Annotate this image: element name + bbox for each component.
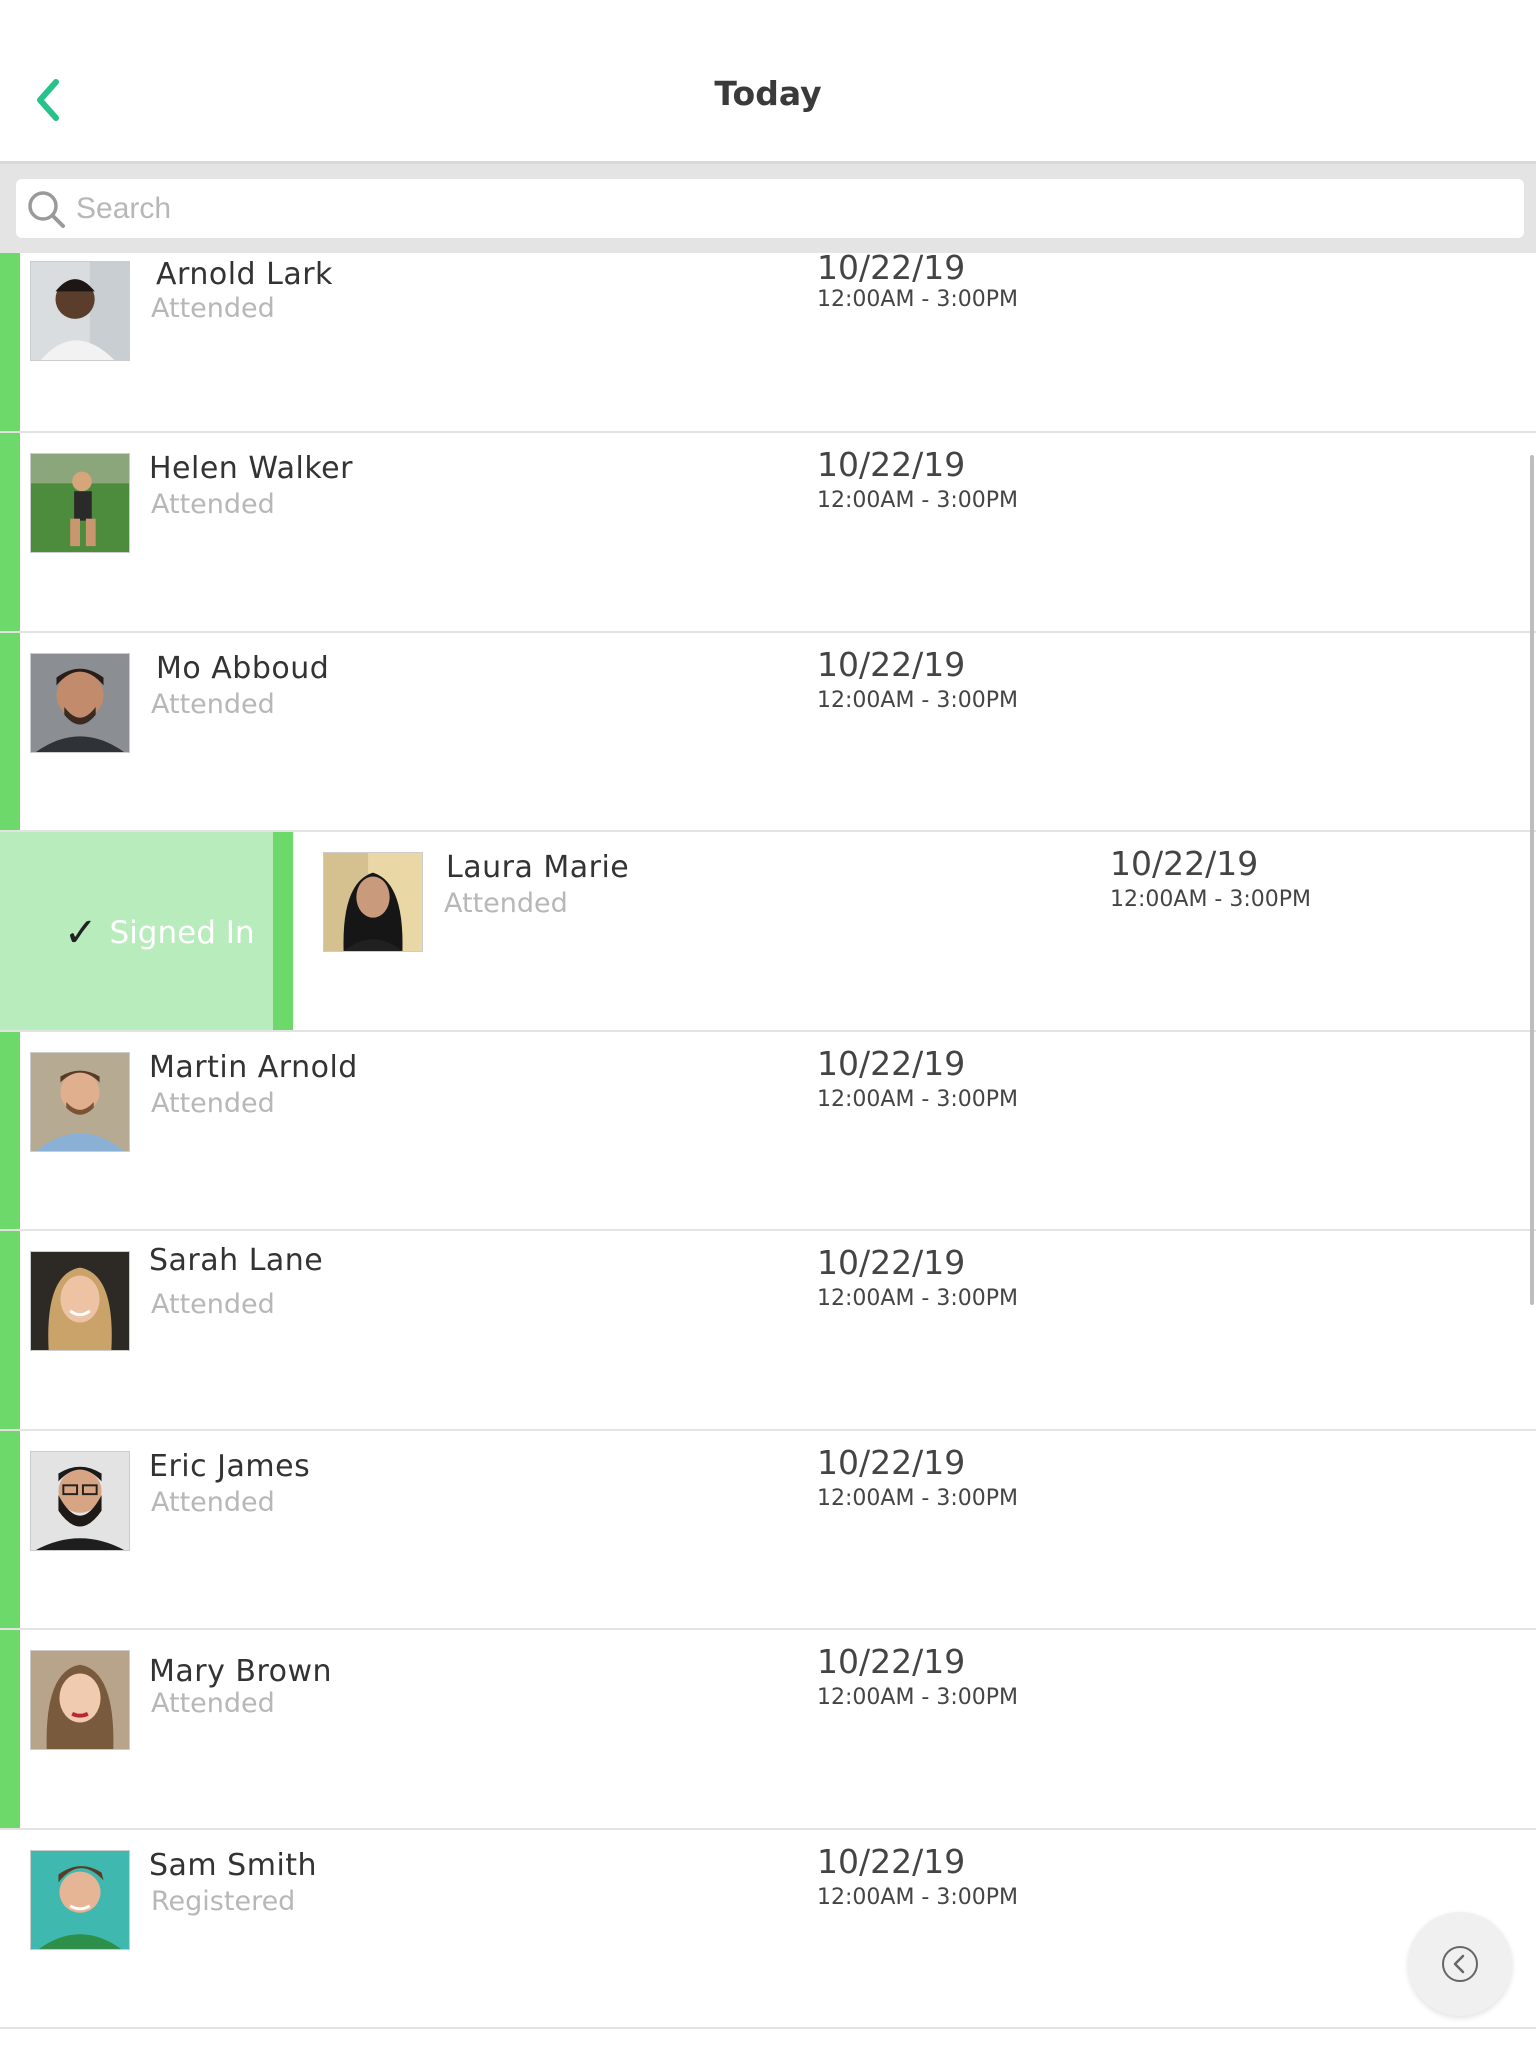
attendee-status: Attended [151, 1688, 275, 1719]
attendee-status: Attended [151, 293, 275, 324]
attendee-status: Attended [151, 1486, 275, 1518]
session-date: 10/22/19 [817, 445, 966, 484]
session-date: 10/22/19 [817, 1043, 966, 1083]
attendee-name: Arnold Lark [156, 257, 333, 292]
session-time: 12:00AM - 3:00PM [817, 687, 1019, 713]
attendee-status: Attended [151, 1289, 275, 1320]
session-time: 12:00AM - 3:00PM [817, 1485, 1019, 1511]
attendee-list: Arnold Lark Attended 10/22/19 12:00AM - … [0, 253, 1536, 2029]
search-bar [0, 161, 1536, 253]
attendee-row[interactable]: Mary Brown Attended 10/22/19 12:00AM - 3… [0, 1630, 1536, 1830]
session-time: 12:00AM - 3:00PM [817, 287, 1019, 312]
attendee-name: Mary Brown [149, 1654, 333, 1689]
attendee-status: Attended [444, 888, 568, 919]
avatar [30, 1251, 130, 1351]
attendee-name: Mo Abboud [156, 650, 330, 686]
attendee-name: Helen Walker [149, 451, 353, 486]
search-icon [28, 191, 65, 228]
session-date: 10/22/19 [817, 1442, 966, 1482]
session-time: 12:00AM - 3:00PM [817, 1086, 1019, 1112]
attendee-row[interactable]: Sarah Lane Attended 10/22/19 12:00AM - 3… [0, 1231, 1536, 1431]
avatar [30, 1849, 130, 1950]
avatar [30, 453, 130, 553]
session-date: 10/22/19 [817, 644, 966, 684]
scrollbar[interactable] [1530, 455, 1534, 1305]
avatar [30, 1650, 130, 1750]
signed-in-label: Signed In [109, 915, 255, 951]
attendee-name: Sarah Lane [149, 1243, 324, 1278]
search-field[interactable] [16, 179, 1524, 238]
session-time: 12:00AM - 3:00PM [1110, 887, 1312, 912]
attendee-name: Martin Arnold [149, 1049, 358, 1085]
session-date: 10/22/19 [817, 1642, 966, 1681]
attendee-row[interactable]: Helen Walker Attended 10/22/19 12:00AM -… [0, 433, 1536, 633]
attendee-row[interactable]: ✓ Signed In Laura Marie Attended 10/22/1… [0, 832, 1536, 1032]
session-date: 10/22/19 [1110, 844, 1259, 883]
avatar [30, 1450, 130, 1551]
attendee-status: Attended [151, 489, 275, 520]
avatar [30, 652, 130, 753]
session-date: 10/22/19 [817, 1243, 966, 1282]
attendee-row[interactable]: Martin Arnold Attended 10/22/19 12:00AM … [0, 1031, 1536, 1231]
attendee-status: Registered [151, 1885, 296, 1917]
session-date: 10/22/19 [817, 253, 966, 287]
collapse-fab-button[interactable] [1408, 1912, 1512, 2016]
attendee-row[interactable]: Mo Abboud Attended 10/22/19 12:00AM - 3:… [0, 632, 1536, 832]
attendee-status: Attended [151, 688, 275, 720]
attendee-status: Attended [151, 1087, 275, 1119]
attendee-name: Sam Smith [149, 1847, 318, 1883]
page-title: Today [714, 74, 822, 113]
chevron-left-circle-icon [1442, 1946, 1478, 1982]
session-time: 12:00AM - 3:00PM [817, 488, 1019, 513]
session-date: 10/22/19 [817, 1841, 966, 1881]
avatar [323, 852, 423, 952]
signed-in-label-wrap: ✓ Signed In [64, 910, 255, 956]
avatar [30, 1051, 130, 1152]
attendee-row[interactable]: Eric James Attended 10/22/19 12:00AM - 3… [0, 1430, 1536, 1630]
attendee-name: Eric James [149, 1448, 311, 1484]
attendee-row[interactable]: Arnold Lark Attended 10/22/19 12:00AM - … [0, 253, 1536, 433]
attendee-name: Laura Marie [446, 850, 630, 885]
nav-bar: Today [0, 0, 1536, 161]
session-time: 12:00AM - 3:00PM [817, 1286, 1019, 1311]
attendee-row[interactable]: Sam Smith Registered 10/22/19 12:00AM - … [0, 1829, 1536, 2029]
session-time: 12:00AM - 3:00PM [817, 1685, 1019, 1710]
status-stripe [273, 832, 293, 1030]
signed-in-action[interactable]: ✓ Signed In [0, 832, 293, 1030]
search-input[interactable] [76, 179, 1496, 238]
avatar [30, 261, 130, 361]
session-time: 12:00AM - 3:00PM [817, 1884, 1019, 1910]
checkmark-icon: ✓ [64, 910, 98, 956]
